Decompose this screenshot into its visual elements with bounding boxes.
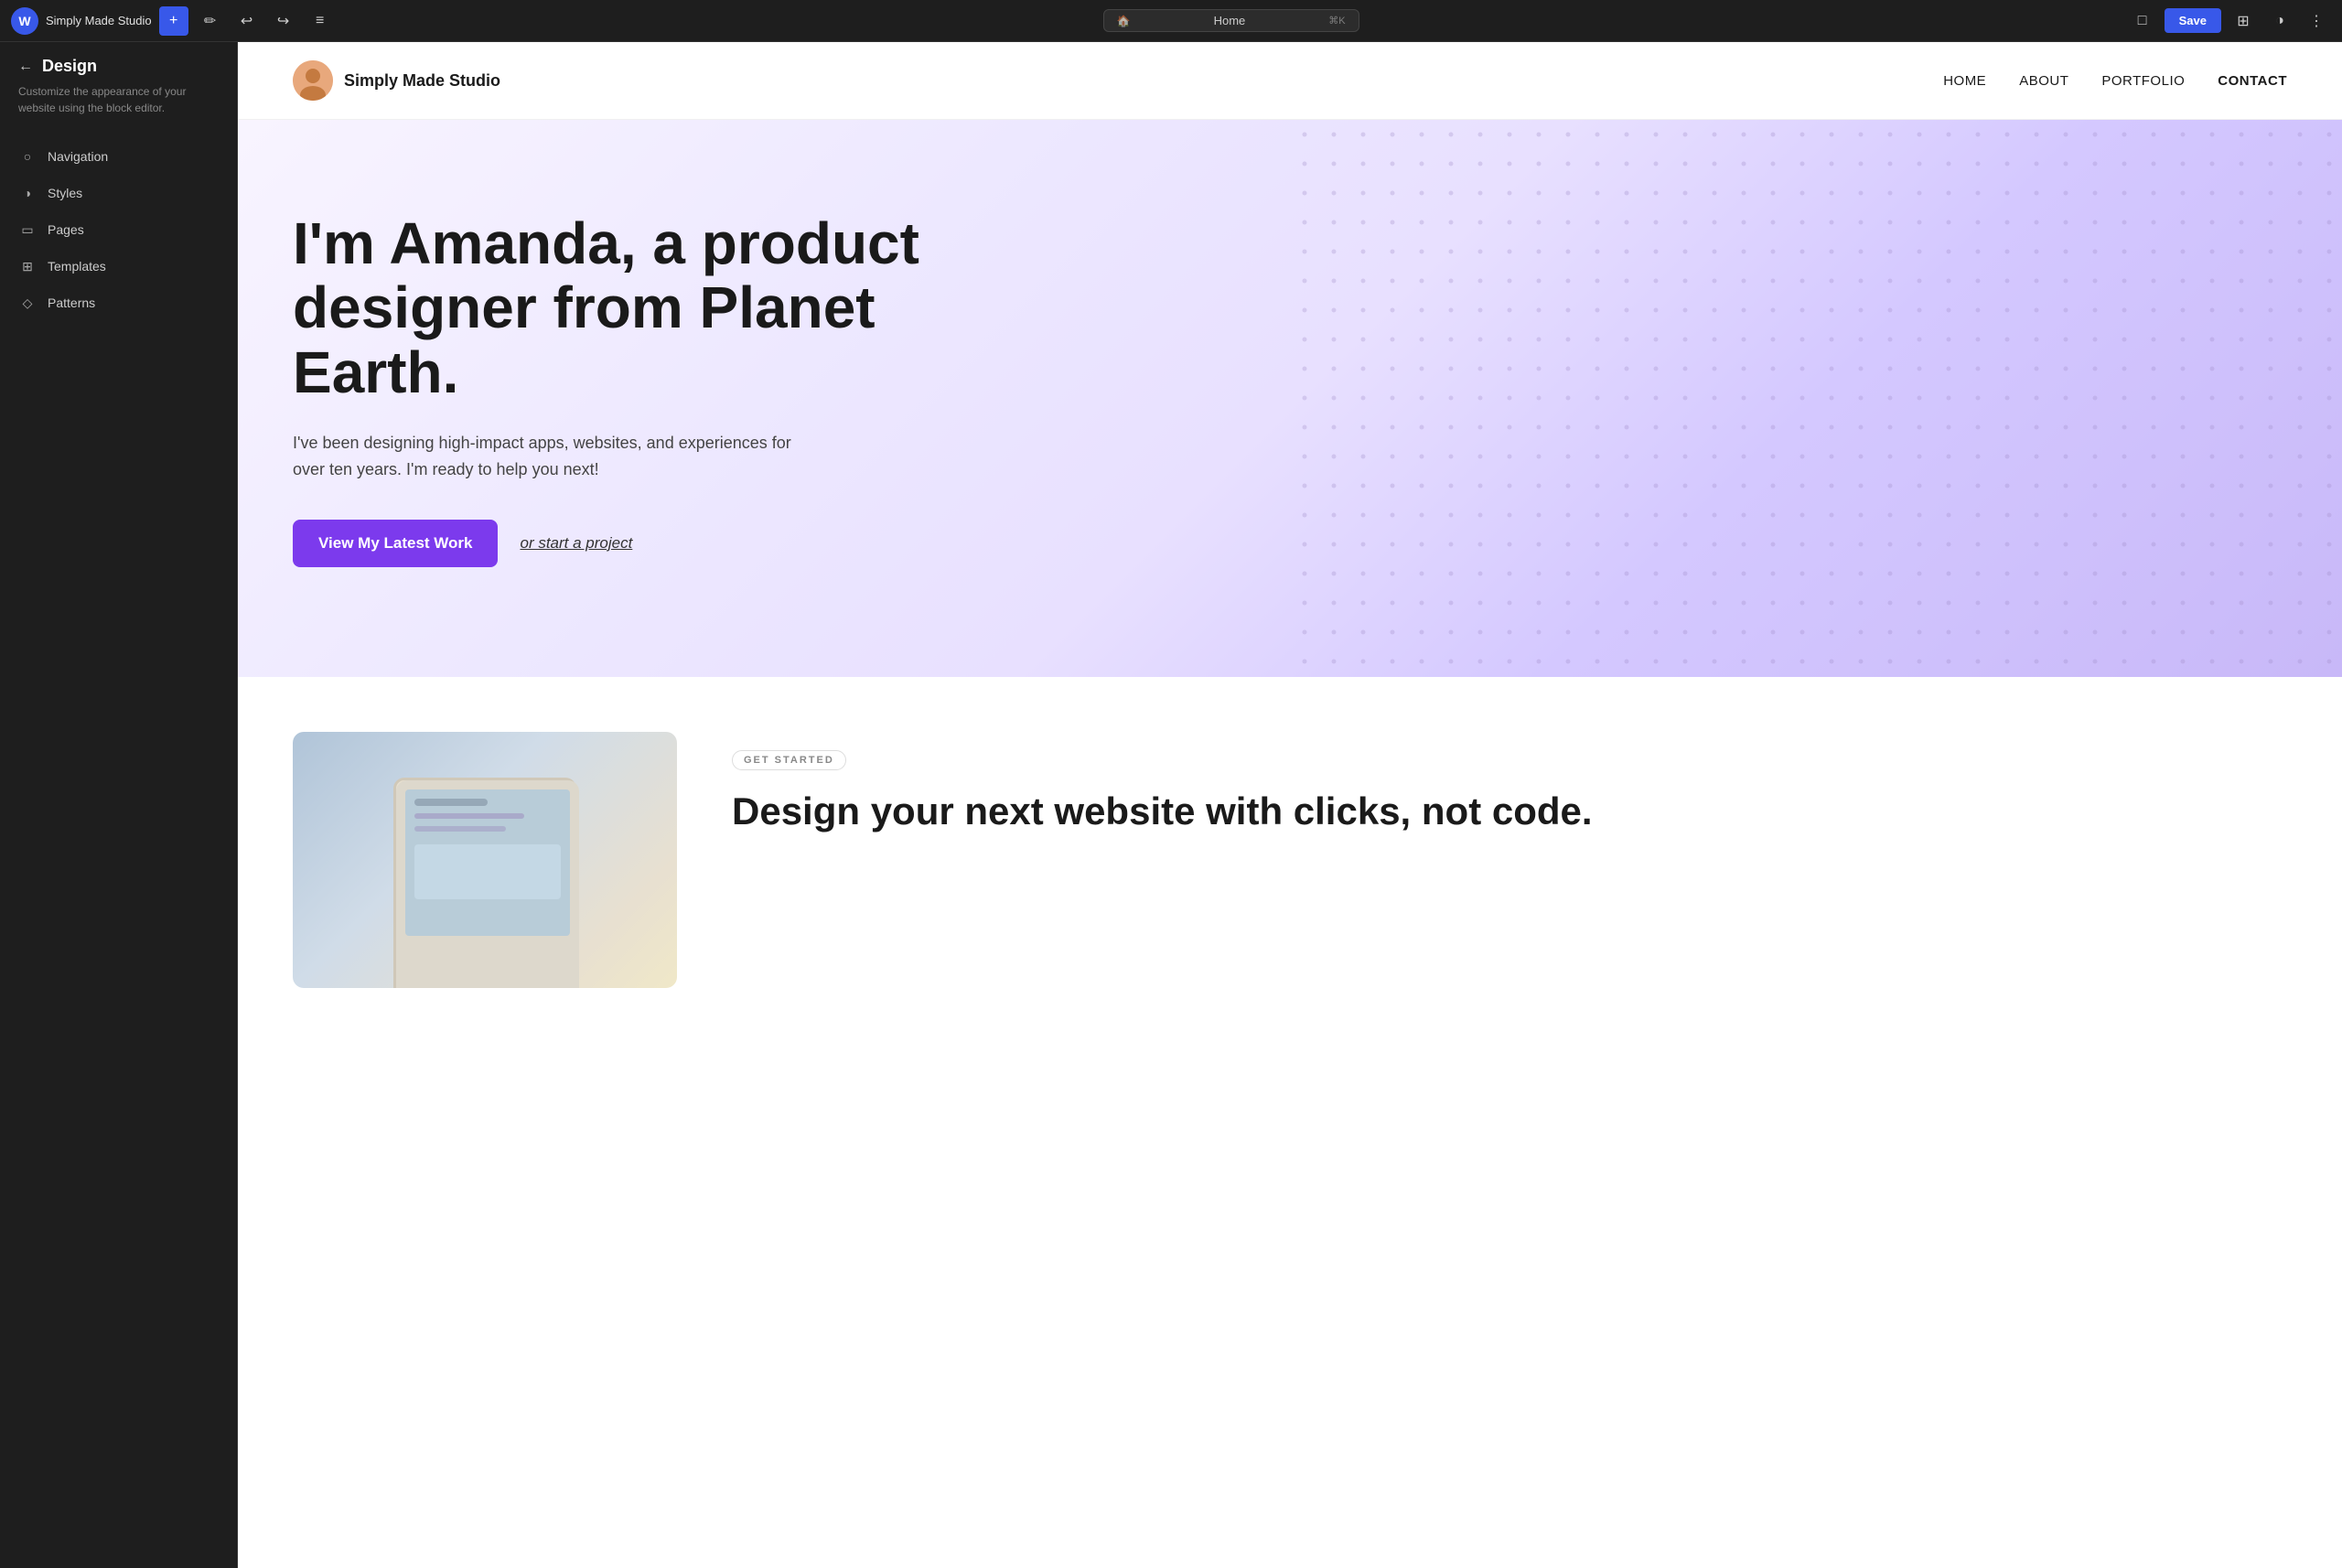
- top-bar-right: □ Save ⊞ ◑ ⋮: [2128, 6, 2331, 36]
- contrast-button[interactable]: ◑: [2265, 6, 2294, 36]
- below-hero-image: [293, 732, 677, 988]
- sidebar-title: Design: [42, 57, 97, 76]
- back-button[interactable]: ←: [18, 59, 33, 75]
- site-header: Simply Made Studio HOME ABOUT PORTFOLIO …: [238, 42, 2342, 120]
- sidebar-item-label: Patterns: [48, 295, 95, 310]
- site-logo-name: Simply Made Studio: [344, 71, 500, 91]
- url-shortcut: ⌘K: [1328, 15, 1345, 27]
- sidebar-item-navigation[interactable]: ○ Navigation: [0, 138, 237, 175]
- sidebar-item-styles[interactable]: ◑ Styles: [0, 175, 237, 211]
- sidebar-item-label: Styles: [48, 186, 82, 200]
- sidebar-item-label: Pages: [48, 222, 84, 237]
- hero-content: I'm Amanda, a product designer from Plan…: [293, 211, 933, 567]
- sidebar-item-patterns[interactable]: ◇ Patterns: [0, 285, 237, 321]
- sidebar-item-label: Templates: [48, 259, 106, 274]
- view-button[interactable]: □: [2128, 6, 2157, 36]
- url-text: Home: [1138, 14, 1322, 27]
- hero-buttons: View My Latest Work or start a project: [293, 520, 933, 567]
- start-project-link[interactable]: or start a project: [520, 534, 632, 553]
- top-bar-center: 🏠 Home ⌘K: [1103, 9, 1359, 32]
- pages-icon: ▭: [18, 220, 37, 239]
- styles-icon: ◑: [18, 184, 37, 202]
- site-main-nav: HOME ABOUT PORTFOLIO CONTACT: [1943, 73, 2287, 89]
- get-started-badge: GET STARTED: [732, 750, 846, 770]
- canvas-area: Simply Made Studio HOME ABOUT PORTFOLIO …: [238, 42, 2342, 1568]
- url-bar[interactable]: 🏠 Home ⌘K: [1103, 9, 1359, 32]
- wp-logo[interactable]: W: [11, 7, 38, 35]
- site-logo: Simply Made Studio: [293, 60, 500, 101]
- section-title: Design your next website with clicks, no…: [732, 789, 2287, 834]
- view-work-button[interactable]: View My Latest Work: [293, 520, 498, 567]
- templates-icon: ⊞: [18, 257, 37, 275]
- below-hero-content: GET STARTED Design your next website wit…: [732, 732, 2287, 834]
- navigation-icon: ○: [18, 147, 37, 166]
- sidebar-nav: ○ Navigation ◑ Styles ▭ Pages ⊞ Template…: [0, 131, 237, 328]
- sidebar-description: Customize the appearance of your website…: [0, 83, 237, 131]
- redo-button[interactable]: ↪: [269, 6, 298, 36]
- hero-section: I'm Amanda, a product designer from Plan…: [238, 120, 2342, 677]
- sidebar: ← Design Customize the appearance of you…: [0, 42, 238, 1568]
- top-bar-left: W Simply Made Studio + ✏ ↩ ↪ ≡: [11, 6, 335, 36]
- nav-portfolio[interactable]: PORTFOLIO: [2101, 73, 2185, 89]
- sidebar-item-templates[interactable]: ⊞ Templates: [0, 248, 237, 285]
- hero-title: I'm Amanda, a product designer from Plan…: [293, 211, 933, 404]
- website-preview: Simply Made Studio HOME ABOUT PORTFOLIO …: [238, 42, 2342, 1568]
- tablet-illustration: [393, 778, 576, 988]
- sidebar-header: ← Design: [0, 42, 237, 83]
- below-hero-section: GET STARTED Design your next website wit…: [238, 677, 2342, 1043]
- undo-button[interactable]: ↩: [232, 6, 262, 36]
- sidebar-item-pages[interactable]: ▭ Pages: [0, 211, 237, 248]
- nav-home[interactable]: HOME: [1943, 73, 1986, 89]
- toggle-sidebar-button[interactable]: ⊞: [2229, 6, 2258, 36]
- top-bar: W Simply Made Studio + ✏ ↩ ↪ ≡ 🏠 Home ⌘K…: [0, 0, 2342, 42]
- patterns-icon: ◇: [18, 294, 37, 312]
- hero-dots-pattern: [1290, 120, 2342, 677]
- draw-button[interactable]: ✏: [196, 6, 225, 36]
- nav-about[interactable]: ABOUT: [2019, 73, 2068, 89]
- site-title: Simply Made Studio: [46, 14, 152, 27]
- main-layout: ← Design Customize the appearance of you…: [0, 42, 2342, 1568]
- sidebar-item-label: Navigation: [48, 149, 108, 164]
- save-button[interactable]: Save: [2165, 8, 2221, 33]
- list-view-button[interactable]: ≡: [306, 6, 335, 36]
- hero-subtitle: I've been designing high-impact apps, we…: [293, 430, 805, 483]
- more-options-button[interactable]: ⋮: [2302, 6, 2331, 36]
- add-block-button[interactable]: +: [159, 6, 188, 36]
- avatar: [293, 60, 333, 101]
- nav-contact[interactable]: CONTACT: [2218, 73, 2287, 89]
- home-icon: 🏠: [1117, 15, 1131, 27]
